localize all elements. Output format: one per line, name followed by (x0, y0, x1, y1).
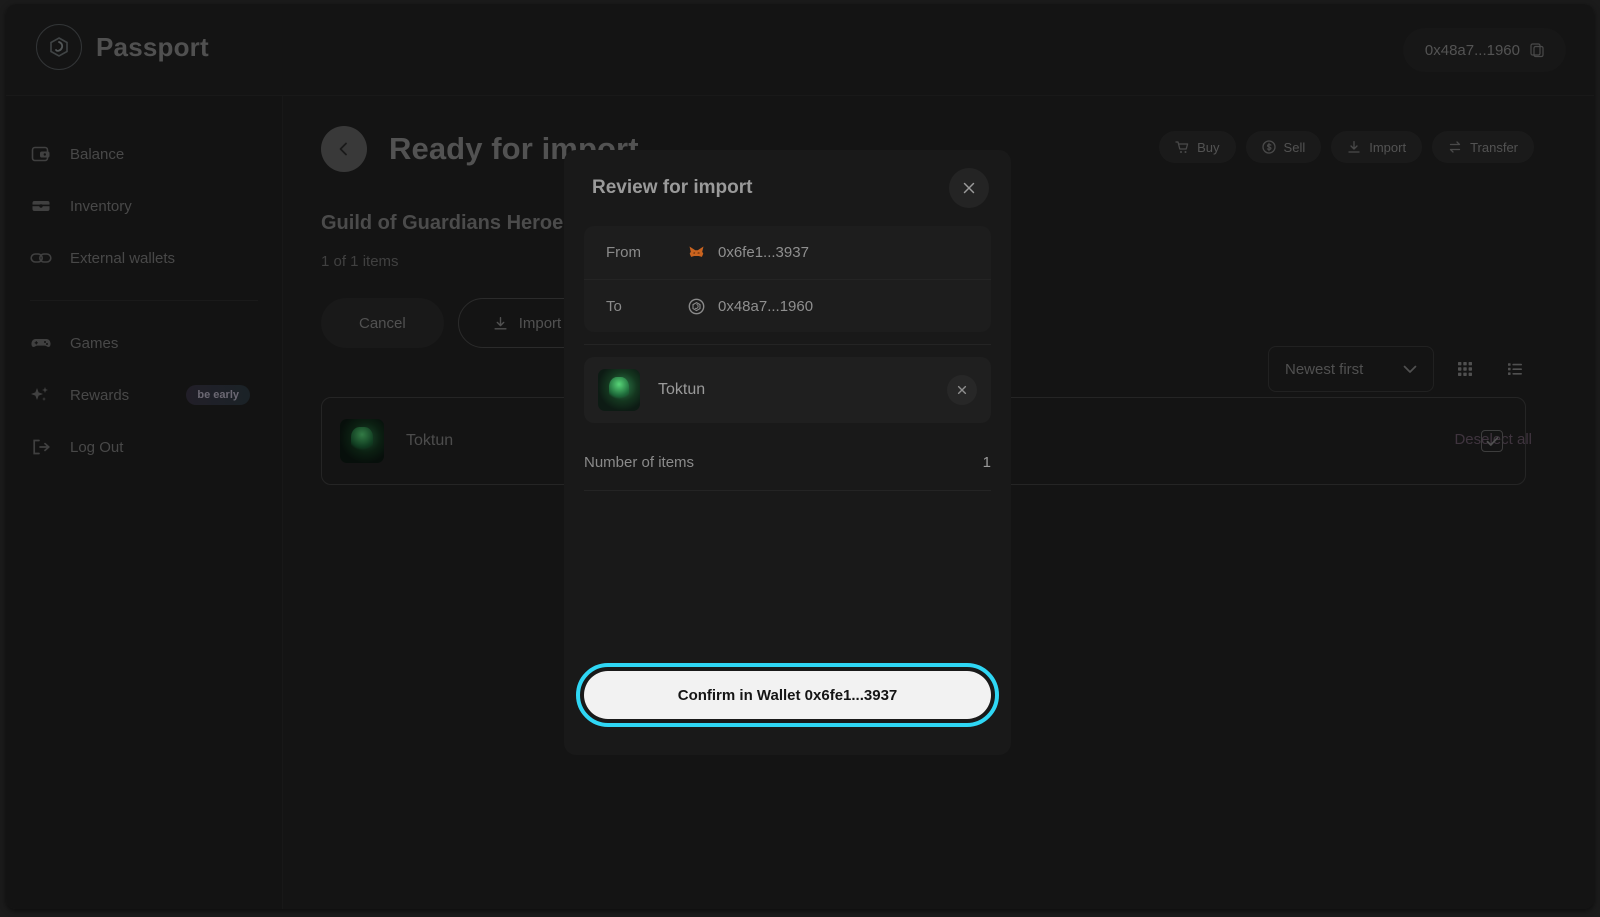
transfer-info-panel: From 0x6fe1...3937 To (584, 226, 991, 332)
selected-item-name: Toktun (658, 381, 705, 399)
passport-circle-icon (688, 298, 705, 315)
app-window: Passport 0x48a7...1960 (6, 4, 1594, 909)
close-icon[interactable] (949, 168, 989, 208)
app-root: Passport 0x48a7...1960 (0, 0, 1600, 917)
number-of-items-label: Number of items (584, 454, 694, 471)
selected-item-row: Toktun (584, 357, 991, 423)
to-address: 0x48a7...1960 (718, 298, 813, 315)
review-for-import-dialog: Review for import From 0x (564, 150, 1011, 755)
modal-header: Review for import (564, 150, 1011, 226)
number-of-items-value: 1 (983, 454, 991, 471)
to-row: To 0x48a7...1960 (584, 279, 991, 332)
modal-divider (584, 344, 991, 345)
toktun-thumbnail (598, 369, 640, 411)
from-address: 0x6fe1...3937 (718, 244, 809, 261)
number-of-items-row: Number of items 1 (584, 435, 991, 491)
confirm-in-wallet-button[interactable]: Confirm in Wallet 0x6fe1...3937 (584, 671, 991, 719)
metamask-fox-icon (688, 244, 705, 261)
from-row: From 0x6fe1...3937 (584, 226, 991, 279)
modal-title: Review for import (592, 177, 752, 199)
close-icon (956, 384, 968, 396)
to-label: To (606, 298, 688, 315)
confirm-focus-ring: Confirm in Wallet 0x6fe1...3937 (576, 663, 999, 727)
from-label: From (606, 244, 688, 261)
remove-item-button[interactable] (947, 375, 977, 405)
